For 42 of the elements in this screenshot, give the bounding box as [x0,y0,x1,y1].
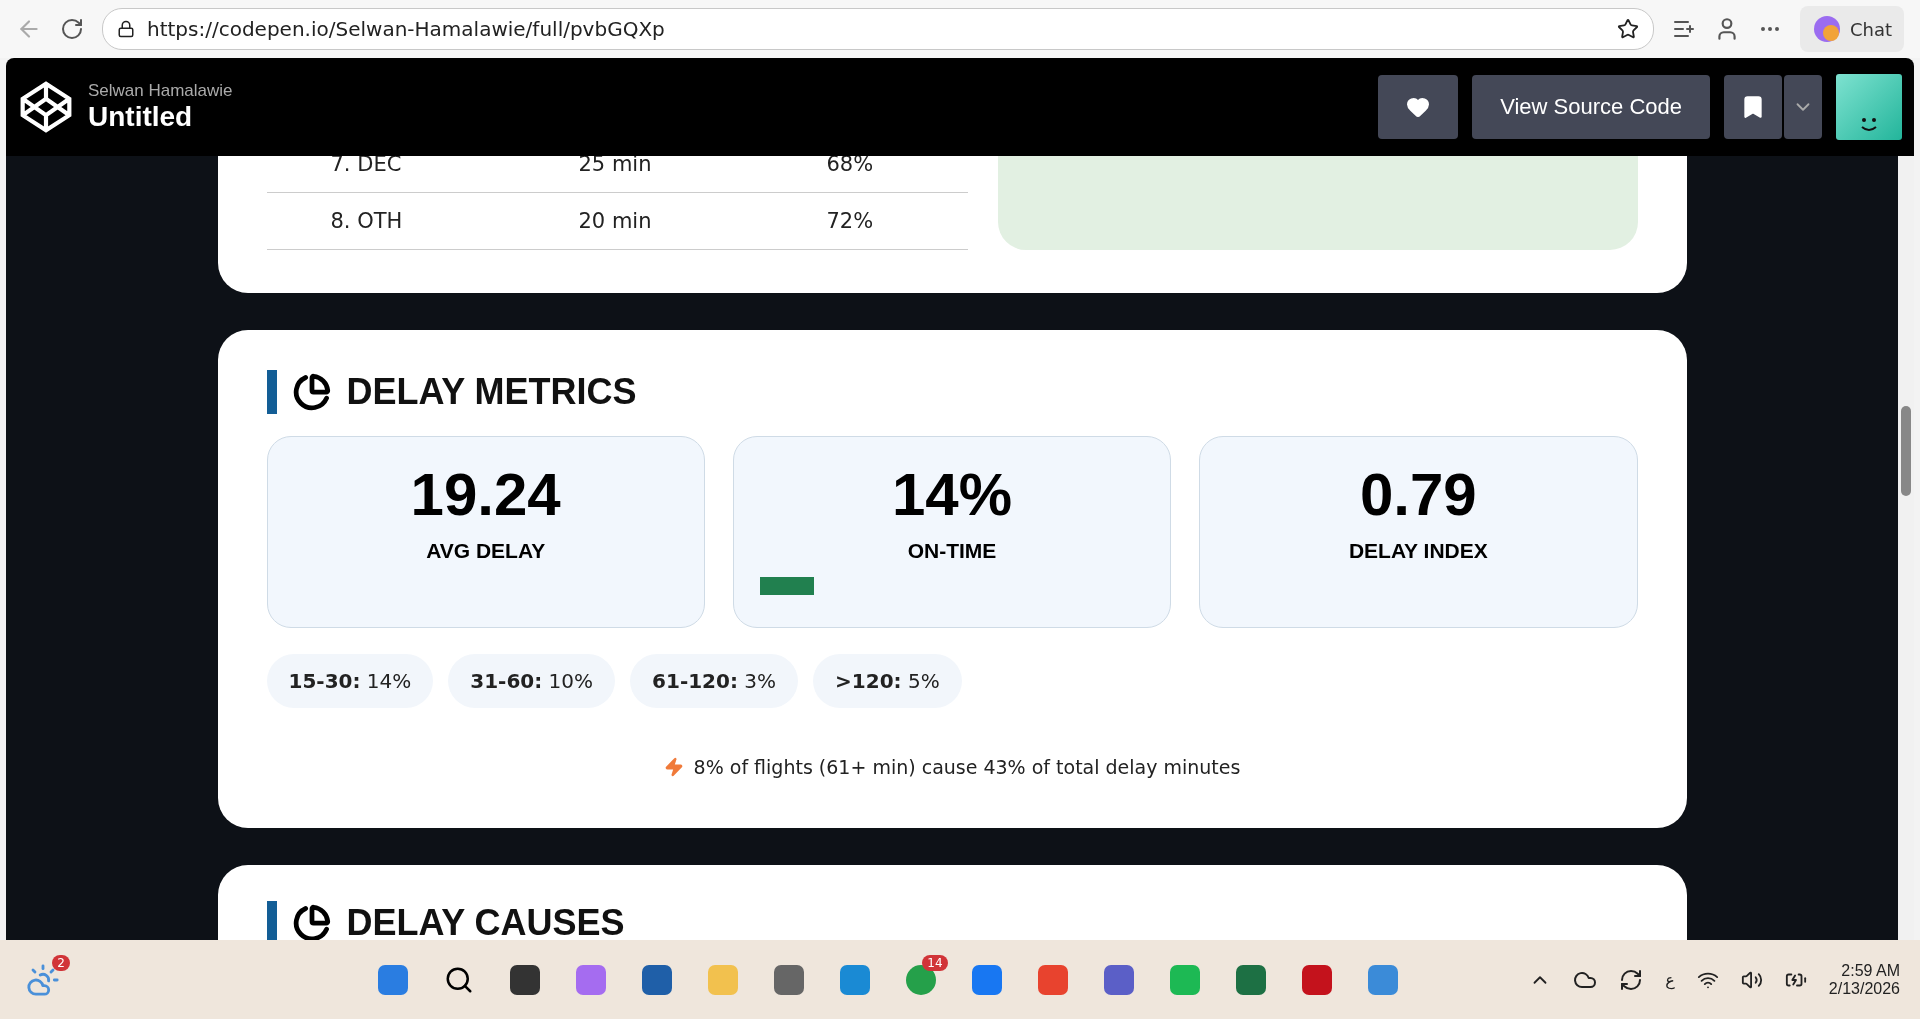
metric-label: DELAY INDEX [1348,539,1488,563]
notification-badge: 14 [922,954,948,971]
metric-label: ON-TIME [907,539,997,563]
cube-logo-icon[interactable] [18,79,74,135]
insight-text: 8% of flights (61+ min) cause 43% of total delay minutes [693,756,1241,778]
table-cell-text: 72% [825,209,875,233]
accent-bar [266,370,277,414]
view-source-button[interactable]: View Source Code [1472,75,1710,139]
chat-button[interactable]: Chat [1799,6,1904,52]
metric-value: 19.24 [410,465,561,525]
address-bar[interactable]: https://codepen.io/Selwan-Hamalawie/full/pvbGQXp [102,8,1654,50]
accent-bar [266,901,277,940]
metric-label: AVG DELAY [426,539,546,563]
section-title: DELAY CAUSES [346,902,625,940]
url-text: https://codepen.io/Selwan-Hamalawie/full/pvbGQXp [147,17,666,41]
heart-icon [1406,95,1431,119]
metric-value: 0.79 [1359,465,1477,525]
range-chip: >120: 5% [813,654,962,708]
heart-button[interactable] [1378,75,1459,139]
range-chip: 31-60: 10% [448,654,616,708]
reload-icon[interactable] [60,17,84,41]
pie-chart-icon [292,373,331,411]
section-title: DELAY METRICS [346,371,637,413]
range-chip: 15-30: 14% [266,654,434,708]
notification-badge: 2 [52,954,70,971]
table-cell-text: 8. OTH [329,209,404,233]
clock-time[interactable]: 2:59 AM [1841,961,1900,980]
table-cell-text: 68% [825,156,875,176]
lightning-icon [663,757,684,777]
author-name[interactable]: Selwan Hamalawie [88,81,1365,101]
range-chip: 61-120: 3% [630,654,799,708]
star-icon[interactable] [1616,18,1639,40]
bookmark-button[interactable] [1724,75,1782,139]
clock-date[interactable]: 2/13/2026 [1828,979,1900,998]
pie-chart-icon [292,904,331,940]
pen-title: Untitled [88,101,194,133]
metric-value: 14% [891,465,1013,525]
table-cell-text: 7. DEC [329,156,403,176]
language-indicator[interactable]: ع [1665,970,1675,989]
sync-icon[interactable] [1619,967,1644,992]
lock-icon [117,20,135,38]
table-cell-text: 20 min [577,209,653,233]
